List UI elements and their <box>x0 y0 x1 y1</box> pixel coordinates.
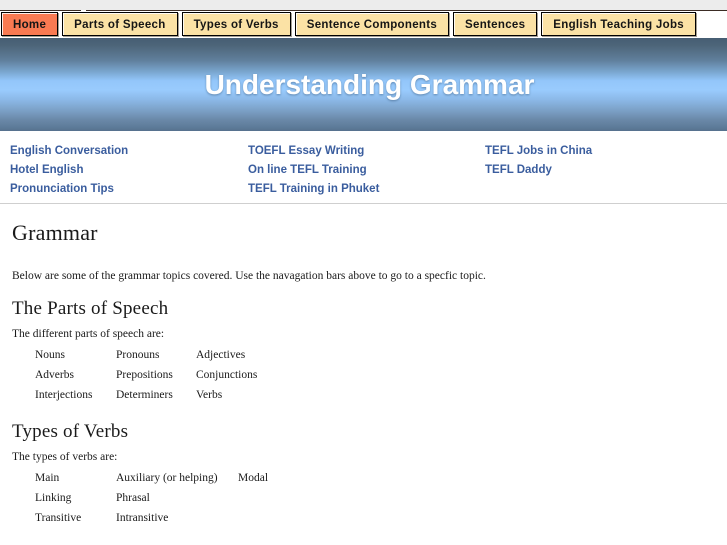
link-column-3: TEFL Jobs in China TEFL Daddy <box>485 142 592 180</box>
link-column-1: English Conversation Hotel English Pronu… <box>10 142 128 199</box>
top-strip-gap <box>81 10 86 11</box>
term-cell: Auxiliary (or helping) <box>116 472 218 484</box>
link-pronunciation-tips[interactable]: Pronunciation Tips <box>10 180 128 199</box>
term-cell: Intransitive <box>116 512 169 524</box>
top-strip <box>0 0 727 11</box>
nav-tab-parts-of-speech[interactable]: Parts of Speech <box>62 12 178 36</box>
nav-tab-english-teaching-jobs[interactable]: English Teaching Jobs <box>541 12 696 36</box>
term-cell: Adverbs <box>35 369 74 381</box>
table-row: Adverbs Prepositions Conjunctions <box>35 365 276 385</box>
term-cell: Pronouns <box>116 349 160 361</box>
table-row: Main Auxiliary (or helping) Modal <box>35 468 318 488</box>
link-column-2: TOEFL Essay Writing On line TEFL Trainin… <box>248 142 379 199</box>
term-cell: Nouns <box>35 349 66 361</box>
nav-tab-sentences[interactable]: Sentences <box>453 12 538 36</box>
link-hotel-english[interactable]: Hotel English <box>10 161 128 180</box>
nav-tab-types-of-verbs[interactable]: Types of Verbs <box>181 12 291 36</box>
link-on-line-tefl-training[interactable]: On line TEFL Training <box>248 161 379 180</box>
term-cell: Modal <box>238 472 269 484</box>
nav-tab-home[interactable]: Home <box>1 12 59 36</box>
parts-of-speech-table: Nouns Pronouns Adjectives Adverbs Prepos… <box>35 345 276 405</box>
related-links-section: English Conversation Hotel English Pronu… <box>0 131 727 203</box>
section-lead-parts-of-speech: The different parts of speech are: <box>12 328 165 340</box>
table-row: Linking Phrasal <box>35 488 318 508</box>
section-title-types-of-verbs: Types of Verbs <box>12 421 129 442</box>
table-row: Transitive Intransitive <box>35 508 318 528</box>
link-tefl-training-in-phuket[interactable]: TEFL Training in Phuket <box>248 180 379 199</box>
term-cell: Determiners <box>116 389 173 401</box>
term-cell: Prepositions <box>116 369 173 381</box>
types-of-verbs-table: Main Auxiliary (or helping) Modal Linkin… <box>35 468 318 528</box>
table-row: Nouns Pronouns Adjectives <box>35 345 276 365</box>
term-cell: Conjunctions <box>196 369 258 381</box>
term-cell <box>238 508 318 528</box>
nav-tab-sentence-components[interactable]: Sentence Components <box>294 12 450 36</box>
intro-paragraph: Below are some of the grammar topics cov… <box>12 270 486 282</box>
term-cell: Adjectives <box>196 349 246 361</box>
term-cell: Verbs <box>196 389 223 401</box>
term-cell: Main <box>35 472 60 484</box>
section-title-parts-of-speech: The Parts of Speech <box>12 298 169 319</box>
page-banner: Understanding Grammar <box>0 38 727 131</box>
term-cell <box>238 488 318 508</box>
main-content: Grammar Below are some of the grammar to… <box>0 220 727 528</box>
link-tefl-jobs-in-china[interactable]: TEFL Jobs in China <box>485 142 592 161</box>
section-divider <box>0 203 727 204</box>
main-navigation: Home Parts of Speech Types of Verbs Sent… <box>0 11 727 38</box>
banner-title: Understanding Grammar <box>204 68 535 100</box>
table-row: Interjections Determiners Verbs <box>35 385 276 405</box>
link-toefl-essay-writing[interactable]: TOEFL Essay Writing <box>248 142 379 161</box>
link-english-conversation[interactable]: English Conversation <box>10 142 128 161</box>
term-cell: Phrasal <box>116 492 150 504</box>
term-cell: Linking <box>35 492 72 504</box>
link-tefl-daddy[interactable]: TEFL Daddy <box>485 161 592 180</box>
page-title: Grammar <box>12 220 98 245</box>
term-cell: Transitive <box>35 512 82 524</box>
term-cell: Interjections <box>35 389 93 401</box>
section-lead-types-of-verbs: The types of verbs are: <box>12 451 118 463</box>
